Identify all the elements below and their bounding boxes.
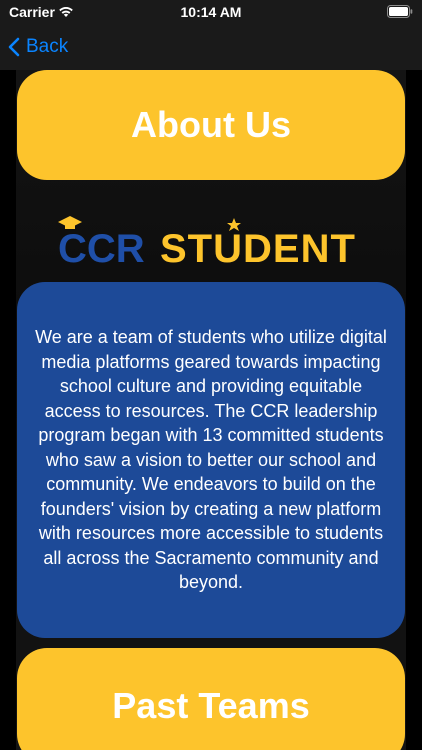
about-us-label: About Us	[131, 104, 291, 145]
content-scroll-area[interactable]: About Us CCR STUDENT We are a team of st…	[0, 70, 422, 750]
status-time: 10:14 AM	[180, 4, 242, 20]
logo-text-student: STUDENT	[160, 227, 356, 268]
back-button[interactable]: Back	[8, 32, 68, 62]
about-description-text: We are a team of students who utilize di…	[35, 327, 387, 593]
ccr-student-logo: CCR STUDENT	[58, 216, 356, 268]
status-bar: Carrier 10:14 AM	[0, 0, 422, 24]
about-us-button[interactable]: About Us	[17, 70, 405, 180]
navigation-bar: Back	[0, 24, 422, 70]
logo-text-ccr: CCR	[58, 227, 145, 268]
back-label: Back	[26, 36, 69, 57]
about-description-card: We are a team of students who utilize di…	[17, 282, 405, 638]
past-teams-button[interactable]: Past Teams	[17, 648, 405, 750]
battery-icon	[387, 5, 413, 18]
past-teams-label: Past Teams	[112, 685, 310, 726]
chevron-left-icon	[8, 37, 20, 57]
